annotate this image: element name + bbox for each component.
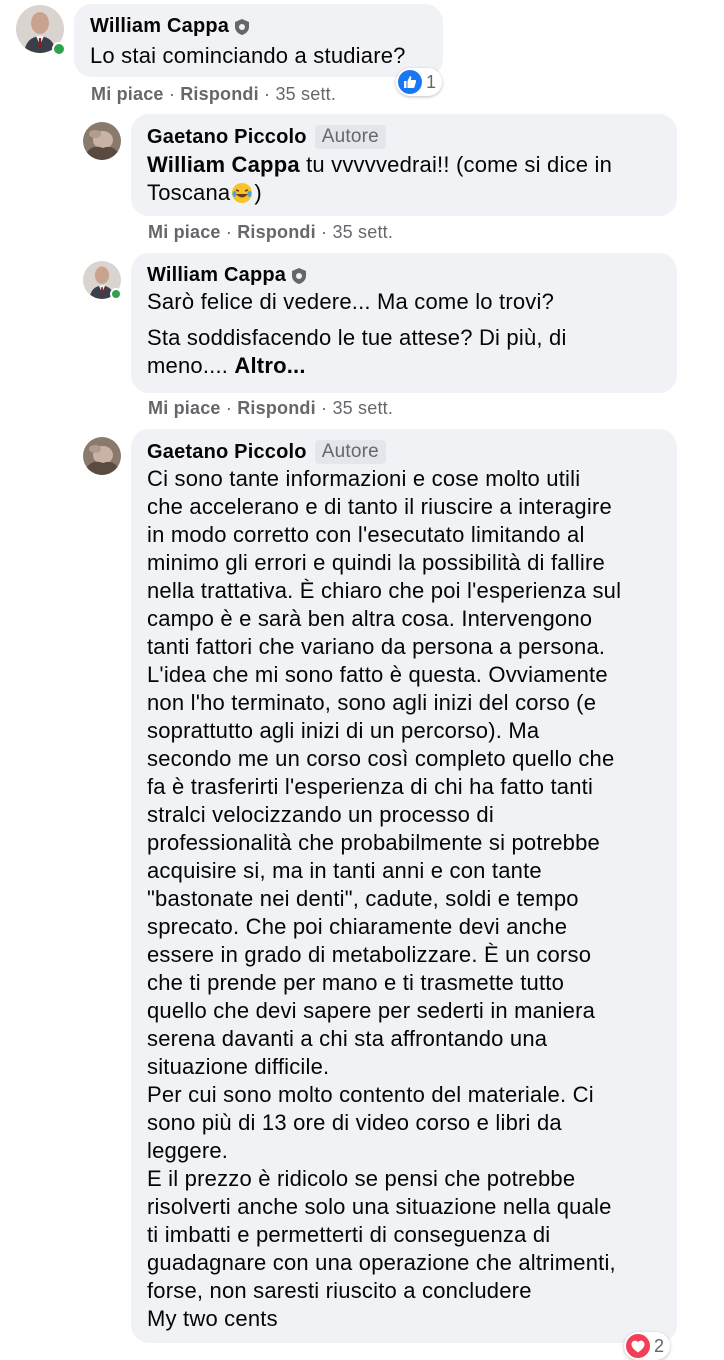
like-reaction-icon: [398, 70, 422, 94]
comment-text-line: quello che devi sapere per sederti in ma…: [147, 998, 596, 1023]
comment-text-line: Sta soddisfacendo le tue attese? Di più,…: [147, 325, 567, 350]
comment-text: William Cappa tu vvvvvedrai!! (come si d…: [147, 151, 612, 207]
comment-author[interactable]: William Cappa: [90, 15, 250, 38]
comment-1-bubble: William Cappa Lo stai cominciando a stud…: [74, 4, 443, 77]
separator-dot: ·: [321, 222, 333, 242]
reply-button[interactable]: Rispondi: [237, 222, 316, 242]
author-name[interactable]: Gaetano Piccolo: [147, 126, 307, 149]
comment-text-line: guadagnare con una operazione che altrim…: [147, 1250, 616, 1275]
comment-text-line: non l'ho terminato, sono agli inizi del …: [147, 690, 597, 715]
comment-text-line: tu vvvvvedrai!! (come si dice in: [299, 152, 613, 177]
reply-button[interactable]: Rispondi: [237, 398, 316, 418]
see-more-link[interactable]: Altro...: [234, 353, 305, 378]
reaction-count: 1: [426, 71, 437, 92]
comment-text-line: forse, non saresti riuscito a concludere: [147, 1278, 532, 1303]
comment-text-line: soprattutto agli inizi di un percorso). …: [147, 718, 540, 743]
avatar[interactable]: [83, 437, 121, 475]
comment-text-line: risolverti anche solo una situazione nel…: [147, 1194, 612, 1219]
comment-3-avatar-wrap[interactable]: [83, 261, 123, 301]
separator-dot: ·: [225, 398, 238, 418]
laughing-crying-emoji-icon: [231, 182, 253, 204]
comment-text: Lo stai cominciando a studiare?: [90, 43, 406, 68]
reaction-summary[interactable]: 2: [624, 1332, 671, 1360]
avatar[interactable]: [83, 122, 121, 160]
comment-text-line: L'idea che mi sono fatto è questa. Ovvia…: [147, 662, 608, 687]
comment-text-line: sono più di 13 ore di video corso e libr…: [147, 1110, 562, 1135]
comment-2-bubble: Gaetano Piccolo Autore William Cappa tu …: [131, 114, 677, 216]
comment-text: Ci sono tante informazioni e cose molto …: [147, 465, 621, 1333]
separator-dot: ·: [225, 222, 238, 242]
comment-text-line: ): [254, 180, 262, 205]
comment-author[interactable]: Gaetano Piccolo Autore: [147, 125, 386, 149]
comment-text-line: acquisire si, ma in tanti anni e con tan…: [147, 858, 542, 883]
timestamp[interactable]: 35 sett.: [275, 84, 336, 104]
comment-text-line: nella trattativa. È chiaro che poi l'esp…: [147, 578, 622, 603]
mention-link[interactable]: William Cappa: [147, 152, 300, 177]
comment-paragraph: Sta soddisfacendo le tue attese? Di più,…: [147, 324, 567, 380]
comment-text-line: sprecato. Che poi chiaramente devi anche: [147, 914, 568, 939]
reaction-count: 2: [654, 1335, 665, 1356]
verified-shield-icon: [292, 267, 307, 284]
reaction-summary[interactable]: 1: [396, 68, 443, 96]
comment-text-line: fa è trasferirti l'esperienza di chi ha …: [147, 774, 594, 799]
comment-text-line: che ti prende per mano e ti trasmette tu…: [147, 970, 565, 995]
comment-3-actions: Mi piace · Rispondi · 35 sett.: [148, 398, 393, 419]
comment-1-actions: Mi piace · Rispondi · 35 sett.: [91, 84, 336, 105]
comment-text-line: situazione difficile.: [147, 1054, 330, 1079]
comment-text-line: secondo me un corso così completo quello…: [147, 746, 615, 771]
separator-dot: ·: [264, 84, 276, 104]
comment-text-line: My two cents: [147, 1306, 278, 1331]
comment-text-line: Per cui sono molto contento del material…: [147, 1082, 594, 1107]
comment-text: Sarò felice di vedere... Ma come lo trov…: [147, 288, 567, 380]
author-name[interactable]: William Cappa: [147, 264, 286, 287]
online-status-indicator: [110, 288, 122, 300]
comment-text-line: professionalità che probabilmente si pot…: [147, 830, 600, 855]
comment-text-line: meno....: [147, 353, 235, 378]
comment-text-line: in modo corretto con l'esecutato limitan…: [147, 522, 585, 547]
comment-text-line: che accelerano e di tanto il riuscire a …: [147, 494, 612, 519]
comment-4-bubble: Gaetano Piccolo Autore Ci sono tante inf…: [131, 429, 677, 1343]
separator-dot: ·: [321, 398, 333, 418]
comment-1-avatar-wrap[interactable]: [16, 5, 68, 57]
comment-text-line: campo è e sarà ben altra cosa. Interveng…: [147, 606, 593, 631]
comment-author[interactable]: William Cappa: [147, 264, 307, 287]
comment-text-line: minimo gli errori e quindi la possibilit…: [147, 550, 605, 575]
comment-text-line: ti imbatti e permetterti di conseguenza …: [147, 1222, 551, 1247]
comment-text-line: Toscana: [147, 180, 231, 205]
like-button[interactable]: Mi piace: [148, 398, 221, 418]
reply-button[interactable]: Rispondi: [180, 84, 259, 104]
timestamp[interactable]: 35 sett.: [332, 398, 393, 418]
timestamp[interactable]: 35 sett.: [332, 222, 393, 242]
like-button[interactable]: Mi piace: [148, 222, 221, 242]
author-name[interactable]: William Cappa: [90, 15, 229, 38]
comment-text-line: serena davanti a chi sta affrontando una: [147, 1026, 548, 1051]
love-reaction-icon: [626, 1334, 650, 1358]
author-badge: Autore: [314, 440, 386, 464]
author-badge: Autore: [314, 125, 386, 149]
author-name[interactable]: Gaetano Piccolo: [147, 441, 307, 464]
online-status-indicator: [52, 42, 66, 56]
like-button[interactable]: Mi piace: [91, 84, 164, 104]
comment-text-line: "bastonate nei denti", cadute, soldi e t…: [147, 886, 579, 911]
verified-shield-icon: [235, 18, 250, 35]
comment-text-line: E il prezzo è ridicolo se pensi che potr…: [147, 1166, 576, 1191]
separator-dot: ·: [168, 84, 181, 104]
comment-paragraph: Sarò felice di vedere... Ma come lo trov…: [147, 289, 555, 314]
comment-text-line: Ci sono tante informazioni e cose molto …: [147, 466, 581, 491]
comment-3-bubble: William Cappa Sarò felice di vedere... M…: [131, 253, 677, 393]
comment-text-line: tanti fattori che variano da persona a p…: [147, 634, 606, 659]
comment-author[interactable]: Gaetano Piccolo Autore: [147, 440, 386, 464]
comment-text-line: leggere.: [147, 1138, 229, 1163]
comment-text-line: stralci velocizzando un processo di: [147, 802, 494, 827]
comment-2-actions: Mi piace · Rispondi · 35 sett.: [148, 222, 393, 243]
comment-text-line: essere in grado di metabolizzare. È un c…: [147, 942, 592, 967]
